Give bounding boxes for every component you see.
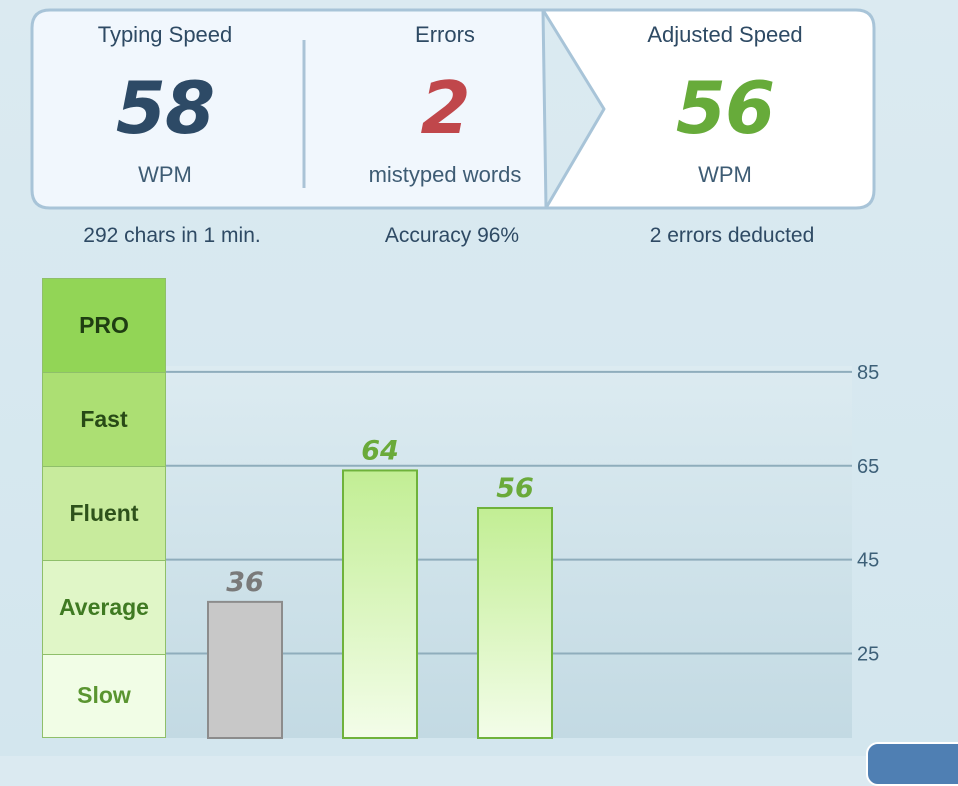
level-average: Average	[42, 559, 166, 654]
level-pro: PRO	[42, 278, 166, 372]
bar-value-label-1: 36	[226, 567, 264, 598]
y-tick-label-65: 65	[857, 456, 879, 478]
y-tick-label-25: 25	[857, 644, 879, 666]
bar-2	[342, 469, 418, 739]
bar-3	[477, 507, 553, 739]
bar-value-label-2: 64	[361, 435, 399, 466]
y-tick-label-85: 85	[857, 362, 879, 384]
y-tick-label-45: 45	[857, 550, 879, 572]
corner-button[interactable]	[866, 742, 958, 786]
level-fast: Fast	[42, 371, 166, 466]
bar-value-label-3: 56	[496, 473, 534, 504]
level-fluent: Fluent	[42, 465, 166, 560]
bar-1	[207, 600, 283, 740]
level-slow: Slow	[42, 653, 166, 738]
